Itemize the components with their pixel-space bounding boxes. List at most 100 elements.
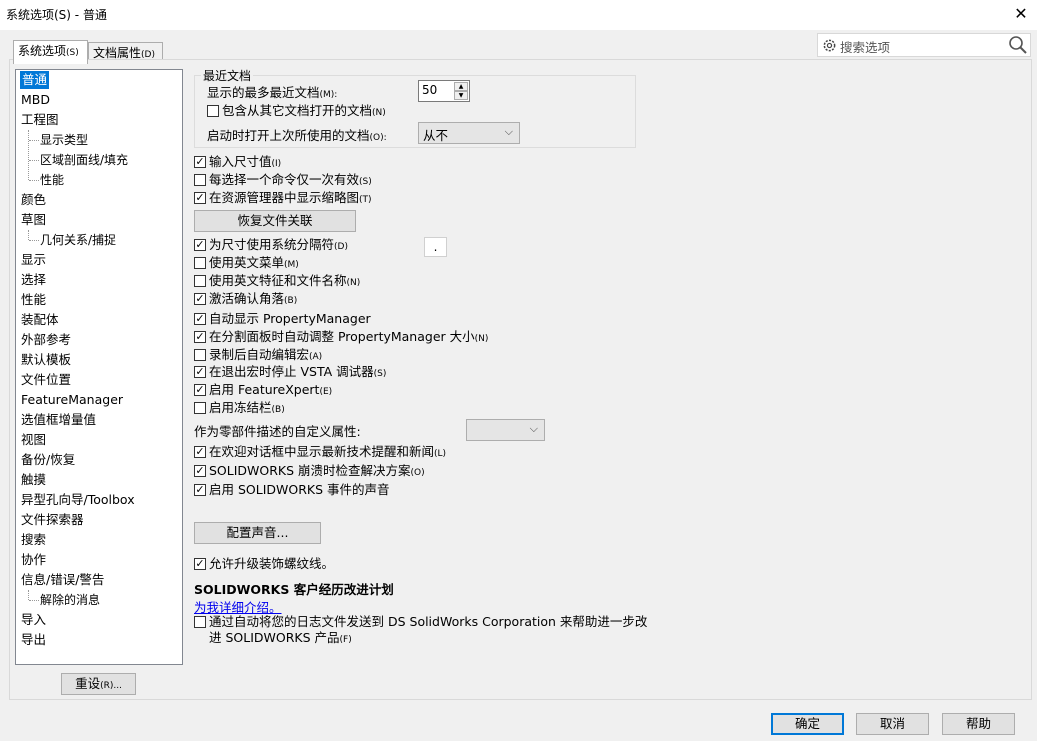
option-label: 允许升级装饰螺纹线。 xyxy=(209,556,335,571)
title-bar xyxy=(0,0,1037,30)
tree-item-hole-wizard-toolbox[interactable]: 异型孔向导/Toolbox xyxy=(21,491,135,509)
spin-up-icon[interactable]: ▲ xyxy=(454,82,468,91)
tree-item-dismissed-messages[interactable]: 解除的消息 xyxy=(40,591,100,609)
search-icon[interactable] xyxy=(1008,35,1028,55)
checkbox[interactable] xyxy=(194,616,206,628)
tree-item-selection[interactable]: 选择 xyxy=(21,271,46,289)
checkbox[interactable] xyxy=(194,174,206,186)
checkbox[interactable] xyxy=(194,257,206,269)
reset-label: 重设 xyxy=(75,676,101,691)
checkbox[interactable]: ✓ xyxy=(194,484,206,496)
checkbox[interactable]: ✓ xyxy=(194,366,206,378)
tree-item-export[interactable]: 导出 xyxy=(21,631,46,649)
option-label: 启用 SOLIDWORKS 事件的声音 xyxy=(209,482,390,497)
checkbox[interactable] xyxy=(194,402,206,414)
tab-label: 文档属性 xyxy=(93,46,142,60)
separator-field[interactable]: . xyxy=(424,237,447,257)
search-input[interactable]: 搜索选项 xyxy=(817,33,1031,57)
option-label: 使用英文特征和文件名称(N) xyxy=(209,273,361,288)
tree-item-file-explorer[interactable]: 文件探索器 xyxy=(21,511,84,529)
tree-item-relations-snaps[interactable]: 几何关系/捕捉 xyxy=(40,231,116,249)
checkbox[interactable] xyxy=(207,105,219,117)
checkbox[interactable]: ✓ xyxy=(194,192,206,204)
send-log-files-label-cont: 进 SOLIDWORKS 产品(F) xyxy=(209,630,352,645)
tree-item-display[interactable]: 显示 xyxy=(21,251,46,269)
option-label: 激活确认角落(B) xyxy=(209,291,298,306)
tab-system-options[interactable]: 系统选项(S) xyxy=(13,40,88,64)
checkbox[interactable]: ✓ xyxy=(194,293,206,305)
option-label: 使用英文菜单(M) xyxy=(209,255,299,270)
gear-icon xyxy=(823,39,836,52)
option-label: SOLIDWORKS 崩溃时检查解决方案(O) xyxy=(209,463,425,478)
tree-item-messages-errors-warnings[interactable]: 信息/错误/警告 xyxy=(21,571,104,589)
checkbox[interactable]: ✓ xyxy=(194,558,206,570)
tree-item-featuremanager[interactable]: FeatureManager xyxy=(21,391,123,409)
cancel-button[interactable]: 取消 xyxy=(856,713,929,735)
startup-open-label: 启动时打开上次所使用的文档(O): xyxy=(207,125,387,144)
custom-property-select[interactable]: ⌵ xyxy=(466,419,545,441)
checkbox[interactable] xyxy=(194,275,206,287)
tree-item-assemblies[interactable]: 装配体 xyxy=(21,311,59,329)
tree-item-import[interactable]: 导入 xyxy=(21,611,46,629)
spin-buttons: ▲ ▼ xyxy=(454,82,468,100)
checkbox[interactable]: ✓ xyxy=(194,384,206,396)
tree-item-sketch[interactable]: 草图 xyxy=(21,211,46,229)
checkbox[interactable]: ✓ xyxy=(194,465,206,477)
chevron-down-icon: ⌵ xyxy=(504,125,513,138)
option-label: 在退出宏时停止 VSTA 调试器(S) xyxy=(209,364,387,379)
option-label: 在分割面板时自动调整 PropertyManager 大小(N) xyxy=(209,329,489,344)
close-icon[interactable]: ✕ xyxy=(1010,4,1032,24)
option-label: 输入尺寸值(I) xyxy=(209,154,282,169)
option-label: 每选择一个命令仅一次有效(S) xyxy=(209,172,372,187)
tree-item-area-hatch[interactable]: 区域剖面线/填充 xyxy=(40,151,128,169)
startup-open-value: 从不 xyxy=(423,128,449,143)
reset-key: (R)... xyxy=(100,681,122,691)
tree-item-view[interactable]: 视图 xyxy=(21,431,46,449)
configure-sounds-button[interactable]: 配置声音... xyxy=(194,522,321,544)
tree-item-colors[interactable]: 颜色 xyxy=(21,191,46,209)
option-label: 启用冻结栏(B) xyxy=(209,400,285,415)
ok-button[interactable]: 确定 xyxy=(771,713,844,735)
tree-item-mbd[interactable]: MBD xyxy=(21,91,50,109)
checkbox[interactable]: ✓ xyxy=(194,156,206,168)
tree-item-file-locations[interactable]: 文件位置 xyxy=(21,371,71,389)
max-recent-label: 显示的最多最近文档(M): xyxy=(207,82,337,101)
checkbox[interactable]: ✓ xyxy=(194,239,206,251)
tree-item-external-references[interactable]: 外部参考 xyxy=(21,331,71,349)
tree-item-collaboration[interactable]: 协作 xyxy=(21,551,46,569)
tree-item-drawing-performance[interactable]: 性能 xyxy=(40,171,64,189)
max-recent-stepper[interactable]: 50 ▲ ▼ xyxy=(418,80,470,102)
tree-item-search[interactable]: 搜索 xyxy=(21,531,46,549)
checkbox[interactable]: ✓ xyxy=(194,313,206,325)
max-recent-value: 50 xyxy=(422,83,438,97)
spin-down-icon[interactable]: ▼ xyxy=(454,91,468,100)
tab-label: 系统选项 xyxy=(18,44,67,58)
tree-item-general[interactable]: 普通 xyxy=(20,71,50,89)
tree-item-default-templates[interactable]: 默认模板 xyxy=(21,351,71,369)
startup-open-select[interactable]: 从不 ⌵ xyxy=(418,122,520,144)
tab-key: (S) xyxy=(66,48,79,58)
checkbox[interactable] xyxy=(194,349,206,361)
tree-item-touch[interactable]: 触摸 xyxy=(21,471,46,489)
startup-open-text: 启动时打开上次所使用的文档 xyxy=(207,128,370,143)
checkbox[interactable]: ✓ xyxy=(194,446,206,458)
tree-item-performance[interactable]: 性能 xyxy=(21,291,46,309)
option-label: 在欢迎对话框中显示最新技术提醒和新闻(L) xyxy=(209,444,447,459)
ceip-heading: SOLIDWORKS 客户经历改进计划 xyxy=(194,582,394,597)
help-button[interactable]: 帮助 xyxy=(942,713,1015,735)
max-recent-text: 显示的最多最近文档 xyxy=(207,85,320,100)
reset-button[interactable]: 重设(R)... xyxy=(61,673,136,695)
restore-file-associations-button[interactable]: 恢复文件关联 xyxy=(194,210,356,232)
checkbox[interactable]: ✓ xyxy=(194,331,206,343)
option-label: 为尺寸使用系统分隔符(D) xyxy=(209,237,348,252)
options-tree[interactable]: 普通 MBD 工程图 显示类型 区域剖面线/填充 性能 颜色 草图 几何关系/捕… xyxy=(15,69,183,665)
tree-item-backup-recover[interactable]: 备份/恢复 xyxy=(21,451,75,469)
tree-item-drawings[interactable]: 工程图 xyxy=(21,111,59,129)
tree-item-spin-box-increments[interactable]: 选值框增量值 xyxy=(21,411,96,429)
search-placeholder: 搜索选项 xyxy=(840,40,891,55)
max-recent-key: (M): xyxy=(319,90,338,100)
option-label: 包含从其它文档打开的文档(N) xyxy=(222,103,386,118)
option-label: 启用 FeatureXpert(E) xyxy=(209,382,333,397)
window-title: 系统选项(S) - 普通 xyxy=(6,8,107,22)
tree-item-display-type[interactable]: 显示类型 xyxy=(40,131,88,149)
